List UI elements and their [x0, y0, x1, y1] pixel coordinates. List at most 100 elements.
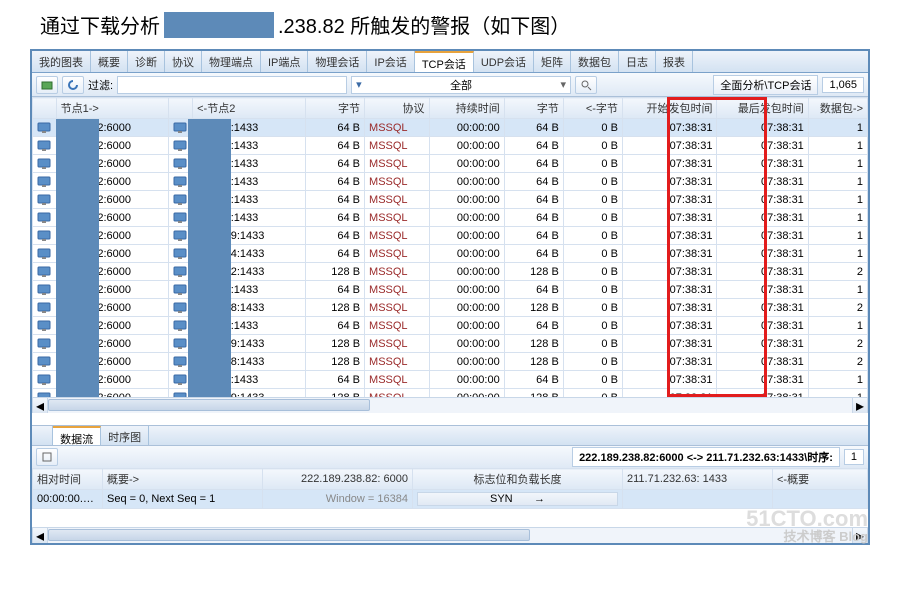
csv-export-icon[interactable]: [36, 76, 58, 94]
table-row[interactable]: 9.238.32:6000232.229:1433128 BMSSQL00:00…: [33, 389, 868, 398]
monitor-icon: [173, 374, 187, 386]
monitor-icon: [37, 212, 51, 224]
detail-h-scrollbar[interactable]: ◂▸: [32, 527, 868, 543]
col-8[interactable]: <-字节: [563, 98, 622, 119]
tab-0[interactable]: 我的图表: [32, 51, 91, 72]
table-row[interactable]: 9.238.32:6000232.124:143364 BMSSQL00:00:…: [33, 245, 868, 263]
detail-options-icon[interactable]: [36, 448, 58, 466]
tab-2[interactable]: 诊断: [128, 51, 165, 72]
tab-4[interactable]: 物理端点: [202, 51, 261, 72]
detail-title: 222.189.238.82:6000 <-> 211.71.232.63:14…: [572, 447, 840, 467]
tab-10[interactable]: 矩阵: [534, 51, 571, 72]
table-row[interactable]: 9.238.32:6000232.159:143364 BMSSQL00:00:…: [33, 227, 868, 245]
tab-8[interactable]: TCP会话: [415, 51, 474, 72]
cell-start: 07:38:31: [622, 209, 717, 227]
monitor-icon: [37, 320, 51, 332]
refresh-icon[interactable]: [62, 76, 84, 94]
tab-9[interactable]: UDP会话: [474, 51, 534, 72]
col-flag[interactable]: 标志位和负载长度: [413, 469, 623, 490]
col-7[interactable]: 字节: [504, 98, 563, 119]
detail-row[interactable]: 00:00:00.0… Seq = 0, Next Seq = 1 Window…: [33, 490, 868, 509]
cell-start: 07:38:31: [622, 137, 717, 155]
monitor-icon: [37, 248, 51, 260]
cell-dur: 00:00:00: [429, 137, 504, 155]
table-row[interactable]: 9.238.32:6000232.56:143364 BMSSQL00:00:0…: [33, 371, 868, 389]
cell-dur: 00:00:00: [429, 353, 504, 371]
table-row[interactable]: 9.238.32:6000232.81:143364 BMSSQL00:00:0…: [33, 209, 868, 227]
col-4[interactable]: 字节: [305, 98, 364, 119]
monitor-icon: [37, 122, 51, 134]
col-3[interactable]: <-节点2: [193, 98, 306, 119]
monitor-icon: [173, 284, 187, 296]
tab-12[interactable]: 日志: [619, 51, 656, 72]
cell-bytes3: 0 B: [563, 119, 622, 137]
table-wrap: 节点1-><-节点2字节协议持续时间字节<-字节开始发包时间最后发包时间数据包-…: [32, 97, 868, 397]
table-row[interactable]: 9.238.32:6000232.199:1433128 BMSSQL00:00…: [33, 335, 868, 353]
tab-13[interactable]: 报表: [656, 51, 693, 72]
col-11[interactable]: 数据包->: [808, 98, 867, 119]
col-ep2[interactable]: 211.71.232.63: 1433: [623, 469, 773, 490]
cell-dur: 00:00:00: [429, 155, 504, 173]
tab-11[interactable]: 数据包: [571, 51, 619, 72]
cell-proto: MSSQL: [365, 119, 429, 137]
cell-dur: 00:00:00: [429, 299, 504, 317]
h-scrollbar[interactable]: ◂▸: [32, 397, 868, 413]
cell-bytes2: 64 B: [504, 155, 563, 173]
cell-proto: MSSQL: [365, 245, 429, 263]
cell-dur: 00:00:00: [429, 263, 504, 281]
detail-seq: 1: [844, 449, 864, 465]
cell-bytes2: 64 B: [504, 371, 563, 389]
col-10[interactable]: 最后发包时间: [717, 98, 808, 119]
filter-label: 过滤:: [88, 77, 113, 93]
table-row[interactable]: 9.238.32:6000232.63:143364 BMSSQL00:00:0…: [33, 119, 868, 137]
col-2[interactable]: [169, 98, 193, 119]
caption-suffix: .238.82 所触发的警报（如下图）: [278, 10, 570, 39]
col-rel-time[interactable]: 相对时间: [33, 469, 103, 490]
subtab-1[interactable]: 数据流: [53, 426, 101, 445]
tab-7[interactable]: IP会话: [367, 51, 414, 72]
col-summary-r[interactable]: <-概要: [773, 469, 868, 490]
cell-bytes2: 64 B: [504, 209, 563, 227]
cell-bytes1: 128 B: [305, 389, 364, 398]
cell-bytes3: 0 B: [563, 353, 622, 371]
col-1[interactable]: 节点1->: [56, 98, 169, 119]
table-row[interactable]: 9.238.32:6000232.178:1433128 BMSSQL00:00…: [33, 299, 868, 317]
cell-pkt: 1: [808, 371, 867, 389]
cell-bytes3: 0 B: [563, 155, 622, 173]
filter-scope-combo[interactable]: ▾ 全部 ▾: [351, 76, 571, 94]
col-5[interactable]: 协议: [365, 98, 429, 119]
cell-start: 07:38:31: [622, 263, 717, 281]
cell-bytes3: 0 B: [563, 335, 622, 353]
col-0[interactable]: [33, 98, 57, 119]
monitor-icon: [37, 140, 51, 152]
col-6[interactable]: 持续时间: [429, 98, 504, 119]
filter-input[interactable]: [117, 76, 347, 94]
breadcrumb[interactable]: 全面分析\TCP会话: [713, 75, 818, 95]
table-row[interactable]: 9.238.32:6000232.91:143364 BMSSQL00:00:0…: [33, 281, 868, 299]
cell-bytes1: 64 B: [305, 155, 364, 173]
subtab-0[interactable]: [32, 426, 53, 445]
tab-3[interactable]: 协议: [165, 51, 202, 72]
col-ep1[interactable]: 222.189.238.82: 6000: [263, 469, 413, 490]
cell-end: 07:38:31: [717, 173, 808, 191]
table-row[interactable]: 9.238.32:6000232.96:143364 BMSSQL00:00:0…: [33, 317, 868, 335]
tab-1[interactable]: 概要: [91, 51, 128, 72]
search-icon[interactable]: [575, 76, 597, 94]
detail-table: 相对时间 概要-> 222.189.238.82: 6000 标志位和负载长度 …: [32, 468, 868, 509]
cell-proto: MSSQL: [365, 317, 429, 335]
tab-5[interactable]: IP端点: [261, 51, 308, 72]
table-row[interactable]: 9.238.32:6000232.208:1433128 BMSSQL00:00…: [33, 353, 868, 371]
table-row[interactable]: 9.238.32:6000232.82:143364 BMSSQL00:00:0…: [33, 173, 868, 191]
cell-proto: MSSQL: [365, 227, 429, 245]
tab-6[interactable]: 物理会话: [308, 51, 367, 72]
table-row[interactable]: 9.238.32:6000232.86:143364 BMSSQL00:00:0…: [33, 137, 868, 155]
redacted-column-1: [56, 119, 99, 397]
table-row[interactable]: 9.238.32:6000232.172:1433128 BMSSQL00:00…: [33, 263, 868, 281]
cell-bytes3: 0 B: [563, 209, 622, 227]
table-row[interactable]: 9.238.32:6000232.60:143364 BMSSQL00:00:0…: [33, 191, 868, 209]
cell-bytes2: 64 B: [504, 227, 563, 245]
col-summary-l[interactable]: 概要->: [103, 469, 263, 490]
col-9[interactable]: 开始发包时间: [622, 98, 717, 119]
table-row[interactable]: 9.238.32:6000232.73:143364 BMSSQL00:00:0…: [33, 155, 868, 173]
subtab-2[interactable]: 时序图: [101, 426, 149, 445]
